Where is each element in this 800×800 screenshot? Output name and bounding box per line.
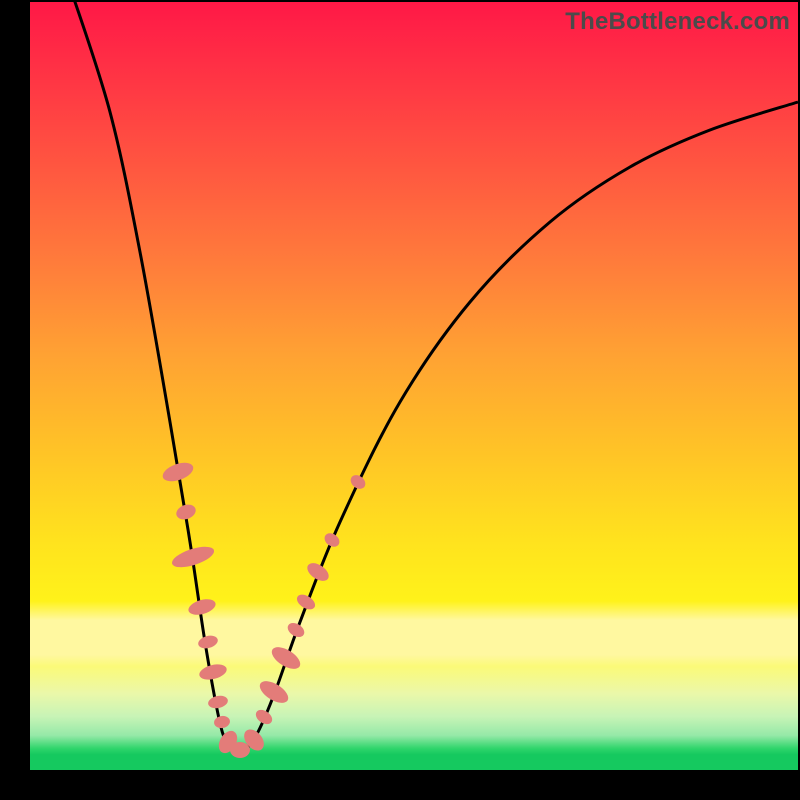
data-marker xyxy=(213,715,231,730)
data-marker xyxy=(268,643,304,674)
data-marker xyxy=(230,742,250,758)
data-marker xyxy=(256,677,292,708)
plot-area: TheBottleneck.com xyxy=(30,2,798,770)
data-marker xyxy=(198,662,229,682)
chart-canvas: TheBottleneck.com xyxy=(0,0,800,800)
data-marker xyxy=(174,502,198,522)
curve-markers xyxy=(160,459,368,758)
data-marker xyxy=(197,634,219,651)
data-marker xyxy=(348,472,368,491)
data-marker xyxy=(207,694,229,710)
data-marker xyxy=(304,559,332,584)
chart-overlay xyxy=(30,2,798,770)
bottleneck-curve xyxy=(70,0,798,753)
data-marker xyxy=(253,707,275,727)
data-marker xyxy=(322,530,342,549)
